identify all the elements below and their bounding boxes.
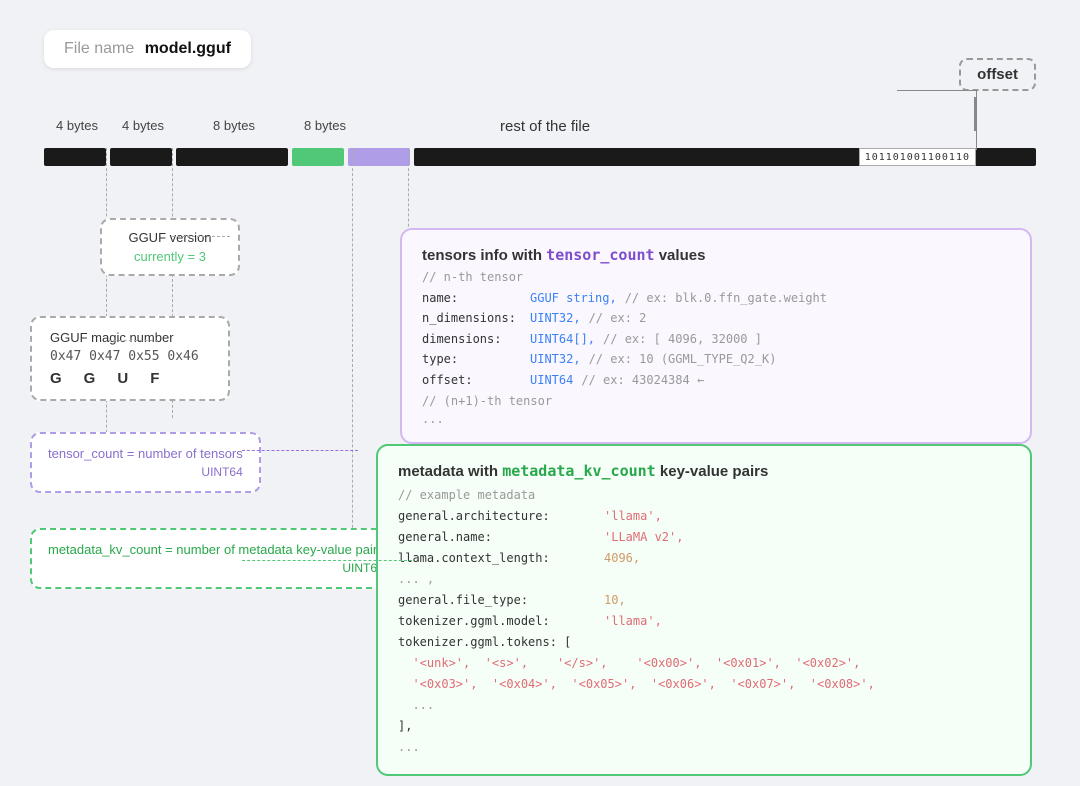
gguf-version-title: GGUF version: [120, 230, 220, 245]
meta-row-arch: general.architecture: 'llama',: [398, 506, 1010, 527]
meta-row-tokens-bracket: tokenizer.ggml.tokens: [: [398, 632, 1010, 653]
char-g1: G: [50, 370, 64, 387]
gguf-version-box: GGUF version currently = 3: [100, 218, 240, 276]
tensors-info-heading-text: tensors info with: [422, 247, 546, 264]
gguf-magic-chars: G G U F: [50, 370, 210, 387]
meta-row-ctx: llama.context_length: 4096,: [398, 548, 1010, 569]
seg-rest: 101101001100110: [414, 148, 1036, 166]
gguf-version-value: currently = 3: [120, 249, 220, 264]
meta-row-dots1: ... ,: [398, 569, 1010, 590]
gguf-magic-hex: 0x47 0x47 0x55 0x46: [50, 349, 210, 364]
metadata-heading-text: metadata with: [398, 463, 502, 480]
metadata-box: metadata with metadata_kv_count key-valu…: [376, 444, 1032, 776]
h-line-tensor: [242, 450, 358, 451]
gguf-magic-box: GGUF magic number 0x47 0x47 0x55 0x46 G …: [30, 316, 230, 401]
byte-label-4: 8 bytes: [292, 118, 358, 133]
char-g2: G: [84, 370, 98, 387]
metadata-comment1: // example metadata: [398, 488, 1010, 502]
binary-text: 101101001100110: [859, 148, 976, 166]
gguf-magic-title: GGUF magic number: [50, 330, 210, 345]
tensors-row-offset: offset: UINT64 // ex: 43024384 ←: [422, 370, 1010, 390]
byte-label-3: 8 bytes: [176, 118, 292, 133]
tensors-info-comment1: // n-th tensor: [422, 270, 1010, 284]
meta-row-final-dots: ...: [398, 737, 1010, 758]
filename-label: File name: [64, 40, 134, 57]
h-line-version: [172, 236, 230, 237]
h-line-kv: [242, 560, 412, 561]
meta-row-tokens-dots: ...: [398, 695, 1010, 716]
meta-row-tokenizer: tokenizer.ggml.model: 'llama',: [398, 611, 1010, 632]
h-line-magic: [108, 340, 158, 341]
offset-bracket-v: [976, 90, 977, 150]
seg-tensor-count: [176, 148, 288, 166]
tensor-count-title: tensor_count = number of tensors: [48, 446, 243, 461]
tensors-info-heading-suffix: values: [655, 247, 706, 264]
metadata-heading: metadata with metadata_kv_count key-valu…: [398, 462, 1010, 480]
byte-label-2: 4 bytes: [110, 118, 176, 133]
char-f: F: [150, 370, 161, 387]
file-bar: 101101001100110: [44, 148, 1036, 166]
tensor-count-type: UINT64: [48, 465, 243, 479]
tensors-info-heading-mono: tensor_count: [546, 246, 654, 264]
tensors-info-box: tensors info with tensor_count values //…: [400, 228, 1032, 444]
byte-label-1: 4 bytes: [44, 118, 110, 133]
tensors-row-type: type: UINT32, // ex: 10 (GGML_TYPE_Q2_K): [422, 349, 1010, 369]
tensors-info-dots: ...: [422, 412, 1010, 426]
filename-value: model.gguf: [145, 40, 231, 57]
seg-kv-count: [292, 148, 344, 166]
seg-version: [110, 148, 172, 166]
metadata-heading-mono: metadata_kv_count: [502, 462, 656, 480]
filename-badge: File name model.gguf: [44, 30, 251, 68]
metadata-heading-suffix: key-value pairs: [656, 463, 769, 480]
kv-count-box: metadata_kv_count = number of metadata k…: [30, 528, 402, 589]
offset-label: offset: [959, 58, 1036, 91]
rest-label: rest of the file: [500, 118, 590, 135]
meta-row-tokens-1: '<unk>', '<s>', '</s>', '<0x00>', '<0x01…: [398, 653, 1010, 674]
meta-row-filetype: general.file_type: 10,: [398, 590, 1010, 611]
tensors-info-comment2: // (n+1)-th tensor: [422, 394, 1010, 408]
dashed-v-3: [352, 148, 353, 568]
meta-row-close-bracket: ],: [398, 716, 1010, 737]
kv-count-type: UINT64: [48, 561, 384, 575]
meta-row-name: general.name: 'LLaMA v2',: [398, 527, 1010, 548]
seg-magic: [44, 148, 106, 166]
tensor-count-box: tensor_count = number of tensors UINT64: [30, 432, 261, 493]
offset-bracket-top: [897, 90, 977, 91]
seg-tensors-info: [348, 148, 410, 166]
tensors-info-heading: tensors info with tensor_count values: [422, 246, 1010, 264]
tensors-row-ndim: n_dimensions: UINT32, // ex: 2: [422, 308, 1010, 328]
meta-row-tokens-2: '<0x03>', '<0x04>', '<0x05>', '<0x06>', …: [398, 674, 1010, 695]
tensors-row-name: name: GGUF string, // ex: blk.0.ffn_gate…: [422, 288, 1010, 308]
kv-count-title: metadata_kv_count = number of metadata k…: [48, 542, 384, 557]
char-u: U: [117, 370, 130, 387]
tensors-row-dims: dimensions: UINT64[], // ex: [ 4096, 320…: [422, 329, 1010, 349]
